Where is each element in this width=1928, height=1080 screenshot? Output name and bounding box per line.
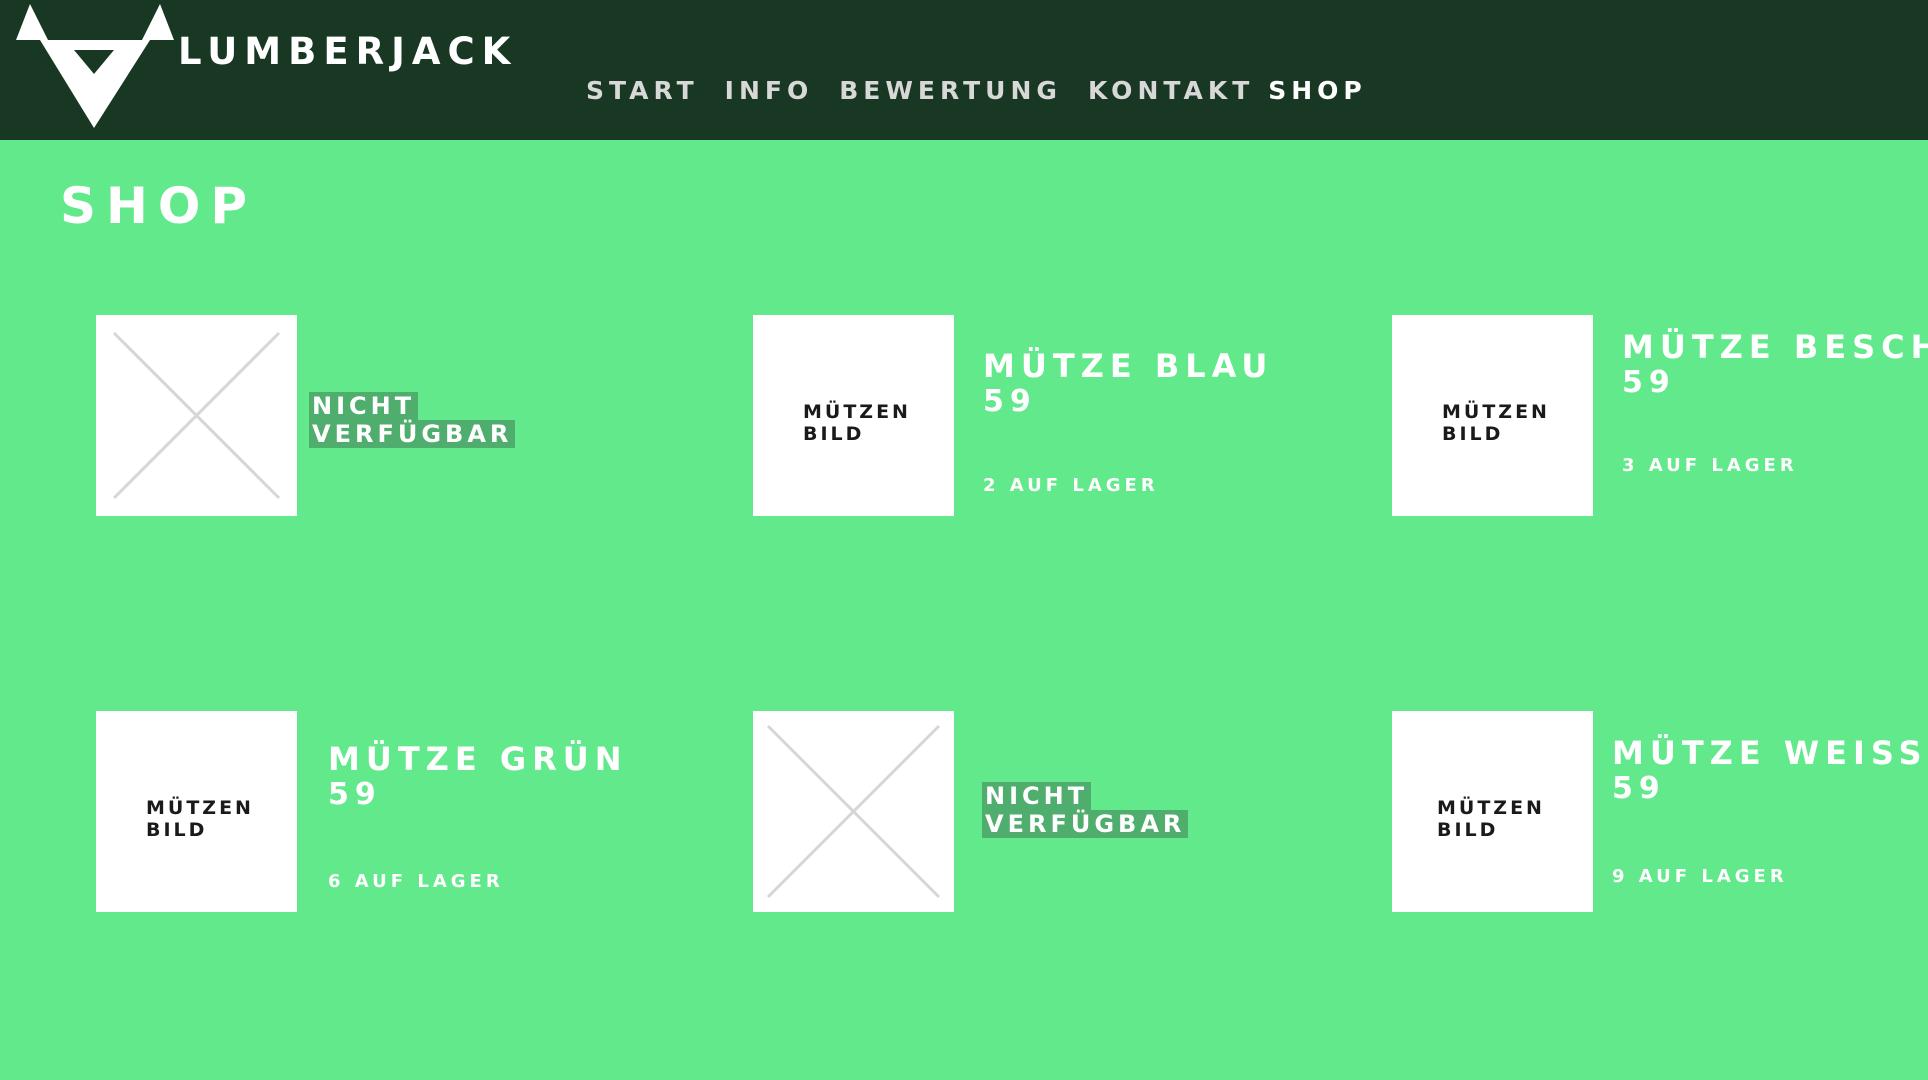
unavailable-line: VERFÜGBAR	[982, 810, 1189, 838]
product-price: 59	[983, 384, 1037, 419]
product-card[interactable]: NICHT VERFÜGBAR	[96, 315, 596, 545]
image-text-line: BILD	[146, 819, 208, 841]
product-stock: 2 AUF LAGER	[983, 475, 1159, 496]
main-nav: START INFO BEWERTUNG KONTAKT SHOP	[586, 74, 1367, 108]
image-text-line: MÜTZEN	[803, 401, 911, 423]
product-card[interactable]: MÜTZEN BILD MÜTZE BLAU 59 2 AUF LAGER	[753, 315, 1267, 545]
product-card[interactable]: MÜTZEN BILD MÜTZE GRÜN 59 6 AUF LAGER	[96, 711, 622, 941]
product-image: MÜTZEN BILD	[1392, 711, 1593, 912]
brand-name[interactable]: LUMBERJACK	[178, 30, 517, 74]
nav-kontakt[interactable]: KONTAKT	[1088, 74, 1254, 108]
product-image: MÜTZEN BILD	[753, 315, 954, 516]
image-placeholder-icon	[753, 711, 954, 912]
unavailable-line: NICHT	[982, 782, 1092, 810]
image-text-line: MÜTZEN	[146, 797, 254, 819]
image-text-line: MÜTZEN	[1442, 401, 1550, 423]
nav-bewertung[interactable]: BEWERTUNG	[839, 74, 1062, 108]
nav-start[interactable]: START	[586, 74, 699, 108]
unavailable-line: VERFÜGBAR	[309, 420, 516, 448]
unavailable-label: NICHT VERFÜGBAR	[309, 392, 516, 448]
product-price: 59	[1622, 365, 1676, 400]
product-image-text: MÜTZEN BILD	[1442, 401, 1550, 445]
product-stock: 3 AUF LAGER	[1622, 455, 1798, 476]
product-name: MÜTZE BESCH	[1622, 328, 1928, 366]
product-image: MÜTZEN BILD	[1392, 315, 1593, 516]
nav-info[interactable]: INFO	[725, 74, 814, 108]
product-image-text: MÜTZEN BILD	[803, 401, 911, 445]
product-name: MÜTZE GRÜN	[328, 740, 628, 778]
bull-head-logo-icon[interactable]	[14, 2, 176, 132]
product-card[interactable]: MÜTZEN BILD MÜTZE BESCH 59 3 AUF LAGER	[1392, 315, 1928, 545]
unavailable-line: NICHT	[309, 392, 419, 420]
product-image: MÜTZEN BILD	[96, 711, 297, 912]
unavailable-label: NICHT VERFÜGBAR	[982, 782, 1189, 838]
product-stock: 9 AUF LAGER	[1612, 866, 1788, 887]
image-text-line: BILD	[1437, 819, 1499, 841]
image-text-line: MÜTZEN	[1437, 797, 1545, 819]
product-name: MÜTZE WEISS	[1612, 734, 1928, 772]
image-text-line: BILD	[1442, 423, 1504, 445]
product-price: 59	[328, 777, 382, 812]
product-card[interactable]: MÜTZEN BILD MÜTZE WEISS 59 9 AUF LAGER	[1392, 711, 1928, 941]
image-text-line: BILD	[803, 423, 865, 445]
site-header: LUMBERJACK START INFO BEWERTUNG KONTAKT …	[0, 0, 1928, 140]
product-image-text: MÜTZEN BILD	[1437, 797, 1545, 841]
product-card[interactable]: NICHT VERFÜGBAR	[753, 711, 1253, 941]
product-name: MÜTZE BLAU	[983, 347, 1274, 385]
product-stock: 6 AUF LAGER	[328, 871, 504, 892]
image-placeholder-icon	[96, 315, 297, 516]
product-price: 59	[1612, 771, 1666, 806]
nav-shop[interactable]: SHOP	[1268, 74, 1367, 108]
page-title: SHOP	[60, 177, 258, 235]
product-image-text: MÜTZEN BILD	[146, 797, 254, 841]
